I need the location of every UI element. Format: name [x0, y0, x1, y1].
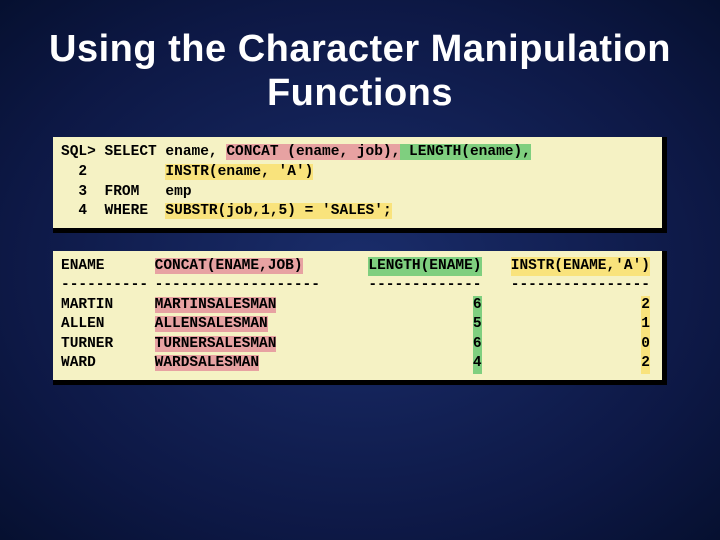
q-line1-c: LENGTH(ename), — [400, 144, 531, 160]
sep-1: ---------- — [61, 276, 155, 296]
sql-query-block: SQL> SELECT ename, CONCAT (ename, job), … — [53, 137, 667, 232]
cell-concat-text: ALLENSALESMAN — [155, 316, 268, 332]
result-table: ENAME CONCAT(ENAME,JOB) LENGTH(ENAME) IN… — [61, 257, 654, 374]
cell-instr-text: 0 — [641, 335, 650, 355]
cell-concat-text: WARDSALESMAN — [155, 355, 259, 371]
cell-instr-text: 1 — [641, 315, 650, 335]
q-line1-b: CONCAT (ename, job), — [226, 144, 400, 160]
table-row: ALLEN ALLENSALESMAN 5 1 — [61, 315, 654, 335]
cell-length: 4 — [347, 354, 487, 374]
cell-length-text: 4 — [473, 354, 482, 374]
cell-ename: MARTIN — [61, 296, 155, 316]
cell-concat-text: MARTINSALESMAN — [155, 297, 277, 313]
q-line4-a: 4 WHERE — [61, 203, 165, 219]
cell-concat: WARDSALESMAN — [155, 354, 347, 374]
cell-ename: TURNER — [61, 335, 155, 355]
cell-ename: WARD — [61, 354, 155, 374]
header-concat: CONCAT(ENAME,JOB) — [155, 257, 347, 277]
cell-length: 6 — [347, 335, 487, 355]
q-line2-a: 2 — [61, 164, 165, 180]
q-line1-a: SQL> SELECT ename, — [61, 144, 226, 160]
cell-length: 5 — [347, 315, 487, 335]
cell-length: 6 — [347, 296, 487, 316]
cell-instr-text: 2 — [641, 354, 650, 374]
sep-2: ------------------- — [155, 276, 347, 296]
q-line3: 3 FROM emp — [61, 184, 192, 200]
header-instr-text: INSTR(ENAME,'A') — [511, 257, 650, 277]
table-row: WARD WARDSALESMAN 4 2 — [61, 354, 654, 374]
slide-title: Using the Character Manipulation Functio… — [0, 0, 720, 137]
header-length: LENGTH(ENAME) — [347, 257, 487, 277]
cell-instr: 0 — [488, 335, 654, 355]
cell-concat: ALLENSALESMAN — [155, 315, 347, 335]
cell-length-text: 5 — [473, 315, 482, 335]
cell-instr-text: 2 — [641, 296, 650, 316]
cell-concat: TURNERSALESMAN — [155, 335, 347, 355]
cell-ename: ALLEN — [61, 315, 155, 335]
cell-concat-text: TURNERSALESMAN — [155, 336, 277, 352]
table-header-row: ENAME CONCAT(ENAME,JOB) LENGTH(ENAME) IN… — [61, 257, 654, 277]
header-concat-text: CONCAT(ENAME,JOB) — [155, 258, 303, 274]
table-row: TURNER TURNERSALESMAN 6 0 — [61, 335, 654, 355]
cell-instr: 2 — [488, 296, 654, 316]
header-ename: ENAME — [61, 257, 155, 277]
table-row: MARTIN MARTINSALESMAN 6 2 — [61, 296, 654, 316]
cell-concat: MARTINSALESMAN — [155, 296, 347, 316]
cell-length-text: 6 — [473, 335, 482, 355]
q-line2-b: INSTR(ename, 'A') — [165, 164, 313, 180]
sql-result-block: ENAME CONCAT(ENAME,JOB) LENGTH(ENAME) IN… — [53, 251, 667, 385]
cell-length-text: 6 — [473, 296, 482, 316]
q-line4-b: SUBSTR(job,1,5) = 'SALES'; — [165, 203, 391, 219]
cell-instr: 2 — [488, 354, 654, 374]
sep-3: ------------- — [347, 276, 487, 296]
cell-instr: 1 — [488, 315, 654, 335]
sep-4: ---------------- — [488, 276, 654, 296]
header-instr: INSTR(ENAME,'A') — [488, 257, 654, 277]
header-length-text: LENGTH(ENAME) — [368, 257, 481, 277]
table-separator-row: ---------- ------------------- ---------… — [61, 276, 654, 296]
